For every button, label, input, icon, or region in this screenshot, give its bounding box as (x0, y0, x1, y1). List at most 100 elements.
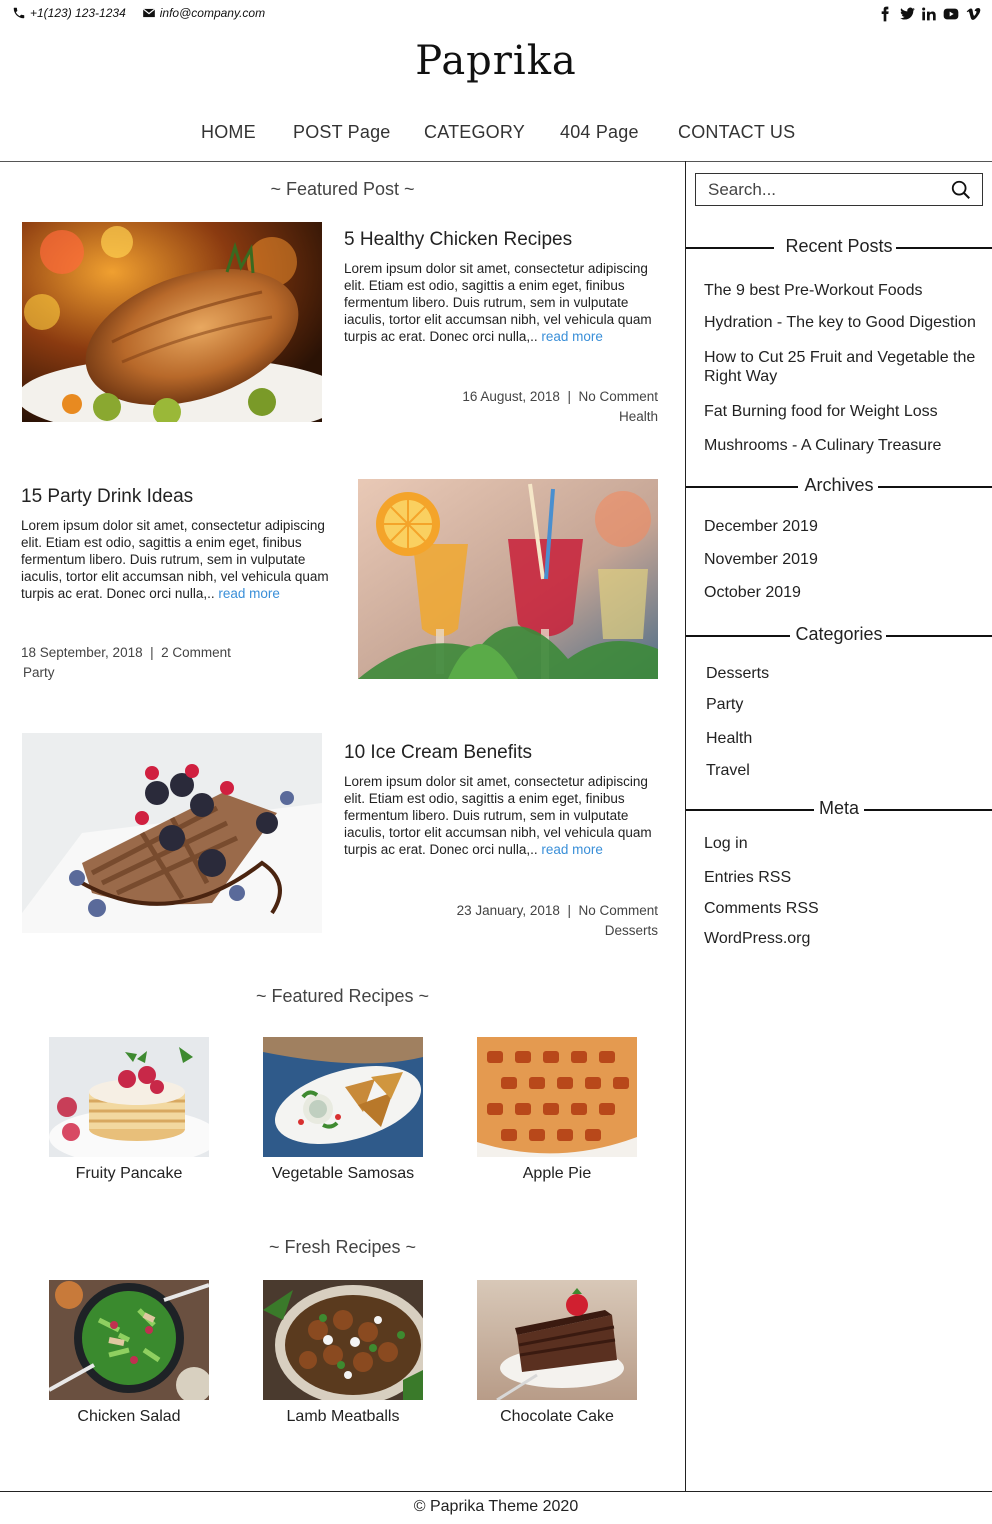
heading-rule (864, 809, 992, 811)
read-more-link[interactable]: read more (541, 329, 603, 344)
post-text: 15 Party Drink Ideas Lorem ipsum dolor s… (21, 485, 336, 602)
phone-icon (13, 7, 25, 19)
meta-wordpress-link[interactable]: WordPress.org (704, 929, 984, 948)
recipe-card[interactable]: Chocolate Cake (467, 1280, 647, 1426)
search-input[interactable] (696, 174, 936, 205)
recipe-card[interactable]: Chicken Salad (39, 1280, 219, 1426)
recipe-title[interactable]: Chicken Salad (39, 1408, 219, 1426)
recipe-card[interactable]: Apple Pie (467, 1037, 647, 1183)
linkedin-icon[interactable] (920, 5, 938, 23)
twitter-icon[interactable] (898, 5, 916, 23)
post-category-link[interactable]: Health (619, 409, 658, 424)
post-card: 5 Healthy Chicken Recipes Lorem ipsum do… (0, 222, 685, 424)
post-excerpt: Lorem ipsum dolor sit amet, consectetur … (344, 773, 659, 858)
category-link[interactable]: Travel (706, 761, 986, 780)
search-icon[interactable] (950, 179, 972, 201)
post-excerpt-text: Lorem ipsum dolor sit amet, consectetur … (21, 518, 329, 601)
meta-login-link[interactable]: Log in (704, 834, 984, 853)
footer-copyright: © Paprika Theme 2020 (413, 1498, 579, 1515)
phone-contact[interactable]: +1(123) 123-1234 (12, 6, 126, 20)
phone-number: +1(123) 123-1234 (30, 6, 126, 20)
post-title[interactable]: 15 Party Drink Ideas (21, 485, 336, 509)
facebook-icon[interactable] (876, 5, 894, 23)
recipe-title[interactable]: Fruity Pancake (39, 1165, 219, 1183)
category-link[interactable]: Party (706, 695, 986, 714)
post-date: 23 January, 2018 (456, 903, 560, 918)
recent-posts-heading-row: Recent Posts (686, 236, 992, 260)
recent-post-link[interactable]: The 9 best Pre-Workout Foods (704, 281, 984, 300)
archive-link[interactable]: December 2019 (704, 517, 984, 536)
heading-rule (878, 486, 992, 488)
recipe-image-lamb-meatballs[interactable] (263, 1280, 423, 1400)
read-more-link[interactable]: read more (541, 842, 603, 857)
archive-link[interactable]: November 2019 (704, 550, 984, 569)
post-image-chicken[interactable] (22, 222, 322, 422)
recipe-image-applepie[interactable] (477, 1037, 637, 1157)
recipe-card[interactable]: Vegetable Samosas (253, 1037, 433, 1183)
column-divider (685, 161, 686, 1491)
top-bar: +1(123) 123-1234 info@company.com (0, 0, 992, 30)
post-image-drinks[interactable] (358, 479, 658, 679)
post-comments-link[interactable]: 2 Comment (161, 645, 231, 660)
post-meta: 16 August, 2018 | No Comment Health (462, 387, 658, 427)
search-box (695, 173, 983, 206)
vimeo-icon[interactable] (964, 5, 982, 23)
post-meta: 23 January, 2018 | No Comment Desserts (457, 901, 658, 941)
post-title[interactable]: 5 Healthy Chicken Recipes (344, 228, 659, 252)
archive-link[interactable]: October 2019 (704, 583, 984, 602)
heading-rule (896, 247, 992, 249)
recipe-image-chicken-salad[interactable] (49, 1280, 209, 1400)
fresh-recipes-heading: ~ Fresh Recipes ~ (268, 1237, 417, 1257)
email-icon (142, 8, 155, 18)
contact-info: +1(123) 123-1234 info@company.com (12, 6, 281, 20)
meta-separator: | (150, 645, 154, 660)
recipe-image-samosas[interactable] (263, 1037, 423, 1157)
email-contact[interactable]: info@company.com (142, 6, 265, 20)
nav-404-page[interactable]: 404 Page (560, 122, 639, 143)
post-card: 15 Party Drink Ideas Lorem ipsum dolor s… (0, 479, 685, 680)
recipe-image-chocolate-cake[interactable] (477, 1280, 637, 1400)
recipe-title[interactable]: Lamb Meatballs (253, 1408, 433, 1426)
meta-entries-rss-link[interactable]: Entries RSS (704, 868, 984, 887)
meta-comments-rss-link[interactable]: Comments RSS (704, 899, 984, 918)
fresh-recipes-grid: Chicken Salad Lamb Meatballs Chocolate C… (0, 1280, 685, 1450)
post-text: 10 Ice Cream Benefits Lorem ipsum dolor … (344, 741, 659, 858)
nav-post-page[interactable]: POST Page (293, 122, 391, 143)
social-links (876, 5, 982, 23)
youtube-icon[interactable] (942, 5, 960, 23)
post-excerpt: Lorem ipsum dolor sit amet, consectetur … (344, 260, 659, 345)
post-comments-link[interactable]: No Comment (578, 389, 658, 404)
recipe-image-pancake[interactable] (49, 1037, 209, 1157)
post-category-link[interactable]: Party (23, 665, 55, 680)
recipe-card[interactable]: Lamb Meatballs (253, 1280, 433, 1426)
categories-heading-row: Categories (686, 624, 992, 648)
recent-post-link[interactable]: Mushrooms - A Culinary Treasure (704, 436, 984, 455)
post-text: 5 Healthy Chicken Recipes Lorem ipsum do… (344, 228, 659, 345)
category-link[interactable]: Health (706, 729, 986, 748)
main-navigation: HOME POST Page CATEGORY 404 Page CONTACT… (0, 122, 992, 148)
recipe-title[interactable]: Vegetable Samosas (253, 1165, 433, 1183)
nav-home[interactable]: HOME (201, 122, 256, 143)
post-title[interactable]: 10 Ice Cream Benefits (344, 741, 659, 765)
post-image-icecream[interactable] (22, 733, 322, 933)
recipe-title[interactable]: Chocolate Cake (467, 1408, 647, 1426)
meta-separator: | (567, 903, 571, 918)
nav-category[interactable]: CATEGORY (424, 122, 525, 143)
site-logo[interactable]: Paprika (0, 38, 992, 84)
heading-rule (886, 635, 992, 637)
post-date: 16 August, 2018 (462, 389, 560, 404)
email-address: info@company.com (159, 6, 266, 20)
featured-recipes-grid: Fruity Pancake Vegetable Samosas Apple P… (0, 1037, 685, 1207)
post-comments-link[interactable]: No Comment (578, 903, 658, 918)
recent-post-link[interactable]: Fat Burning food for Weight Loss (704, 402, 984, 421)
recent-post-link[interactable]: Hydration - The key to Good Digestion (704, 313, 984, 332)
post-category-link[interactable]: Desserts (605, 923, 658, 938)
recipe-card[interactable]: Fruity Pancake (39, 1037, 219, 1183)
nav-contact-us[interactable]: CONTACT US (678, 122, 795, 143)
meta-separator: | (567, 389, 571, 404)
archives-heading-row: Archives (686, 475, 992, 499)
read-more-link[interactable]: read more (218, 586, 280, 601)
recipe-title[interactable]: Apple Pie (467, 1165, 647, 1183)
category-link[interactable]: Desserts (706, 664, 986, 683)
recent-post-link[interactable]: How to Cut 25 Fruit and Vegetable the Ri… (704, 348, 984, 386)
